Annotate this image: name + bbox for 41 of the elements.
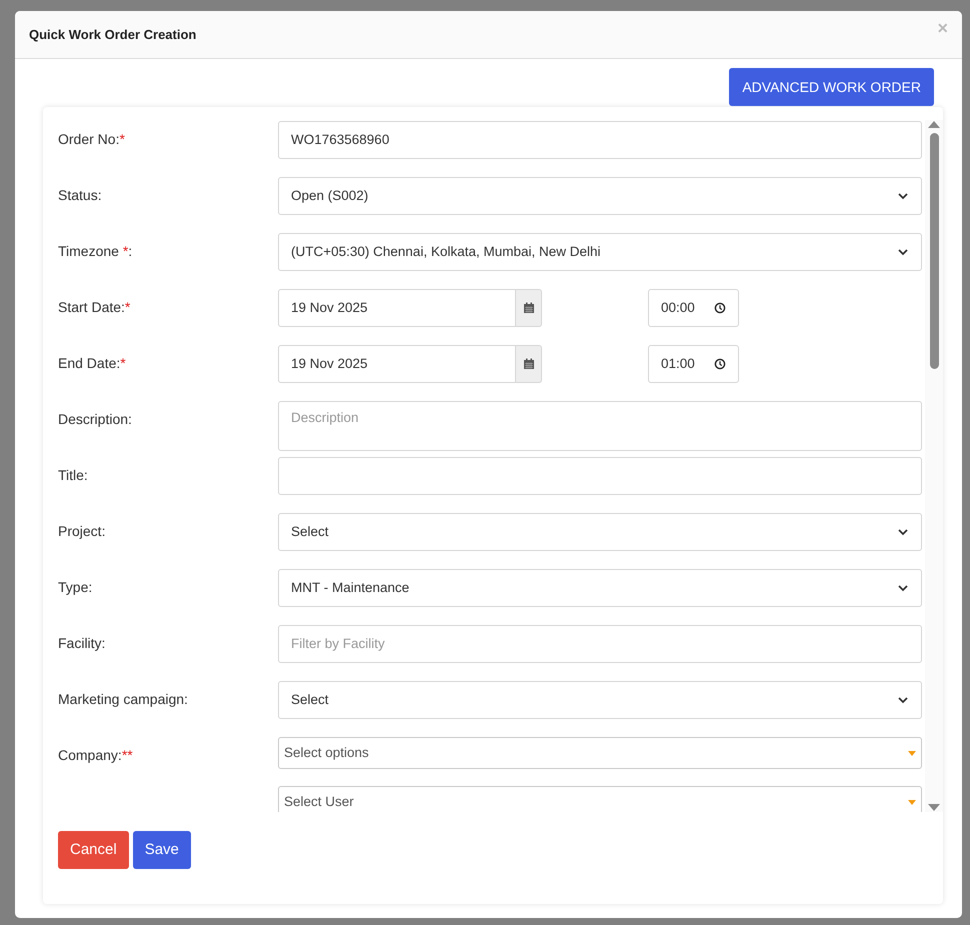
- advanced-work-order-button[interactable]: ADVANCED WORK ORDER: [729, 68, 934, 106]
- input-field[interactable]: WO1763568960: [278, 121, 922, 159]
- cancel-button[interactable]: Cancel: [58, 831, 129, 869]
- field-label: Order No:*: [58, 131, 125, 147]
- save-button[interactable]: Save: [132, 831, 191, 869]
- field-label: Type:: [58, 579, 92, 595]
- field-label: Status:: [58, 187, 102, 203]
- multiselect-field[interactable]: Select User: [278, 786, 922, 812]
- calendar-icon: [522, 358, 534, 370]
- field-label: Company:**: [58, 747, 133, 763]
- select-field[interactable]: MNT - Maintenance: [278, 569, 922, 607]
- input-field[interactable]: [278, 457, 922, 495]
- calendar-button[interactable]: [516, 289, 542, 327]
- select-field[interactable]: Select: [278, 513, 922, 551]
- date-field[interactable]: 19 Nov 2025: [278, 289, 516, 327]
- select-field[interactable]: (UTC+05:30) Chennai, Kolkata, Mumbai, New Delhi: [278, 233, 922, 271]
- date-field[interactable]: 19 Nov 2025: [278, 345, 516, 383]
- select-field[interactable]: Open (S002): [278, 177, 922, 215]
- field-label: Timezone *:: [58, 243, 132, 259]
- scroll-down-icon[interactable]: [927, 803, 941, 812]
- field-label: Project:: [58, 523, 106, 539]
- calendar-button[interactable]: [516, 345, 542, 383]
- field-label: Facility:: [58, 635, 106, 651]
- modal-title: Quick Work Order Creation: [29, 26, 196, 44]
- scroll-up-icon[interactable]: [927, 120, 941, 129]
- clock-icon: [714, 358, 726, 370]
- clock-icon: [714, 302, 726, 314]
- field-label: Marketing campaign:: [58, 691, 188, 707]
- multiselect-field[interactable]: Select options: [278, 737, 922, 769]
- field-label: Start Date:*: [58, 299, 130, 315]
- calendar-icon: [522, 302, 534, 314]
- time-field[interactable]: 01:00: [648, 345, 739, 383]
- field-label: Description:: [58, 411, 132, 427]
- scrollbar[interactable]: [925, 120, 943, 812]
- dropdown-arrow-icon: [908, 800, 916, 804]
- field-label: Title:: [58, 467, 88, 483]
- time-field[interactable]: 00:00: [648, 289, 739, 327]
- dropdown-arrow-icon: [908, 750, 916, 756]
- scroll-thumb[interactable]: [930, 133, 938, 369]
- select-field[interactable]: Select: [278, 681, 922, 719]
- field-label: End Date:*: [58, 355, 126, 371]
